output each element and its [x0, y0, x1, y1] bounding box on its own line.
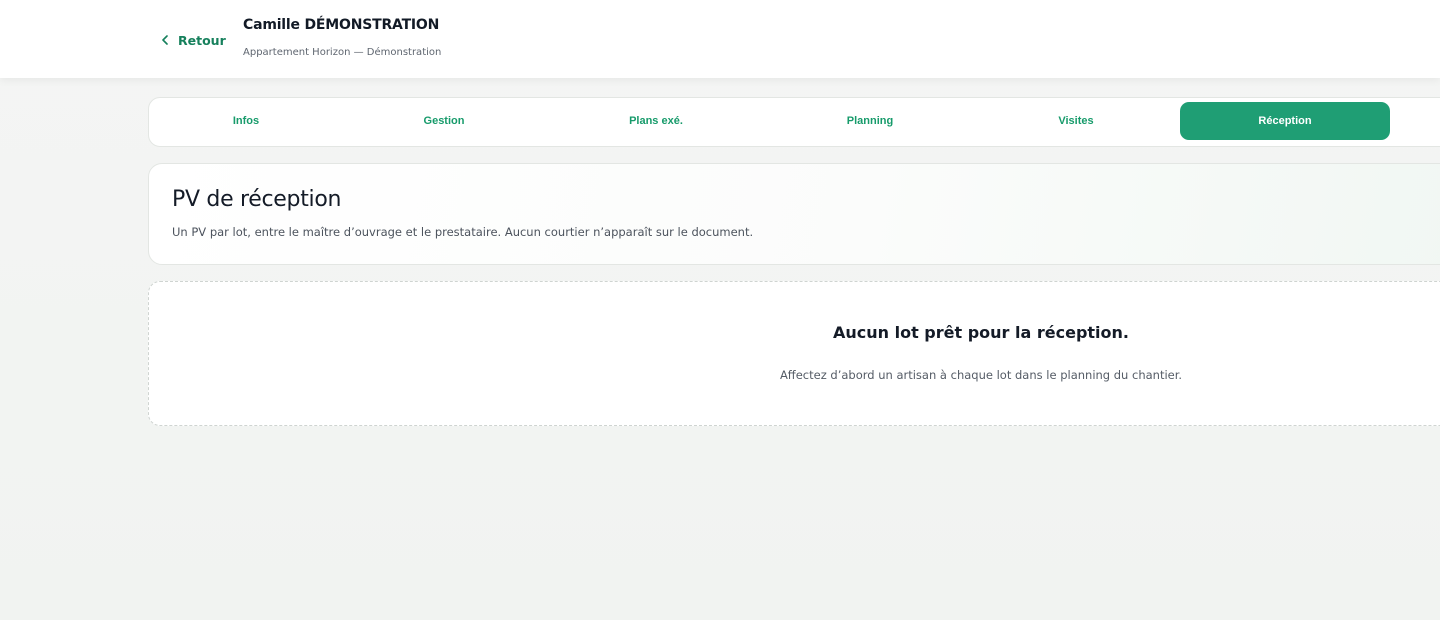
page-subtitle: Appartement Horizon — Démonstration [243, 47, 442, 58]
section-description: Un PV par lot, entre le maître d’ouvrage… [172, 225, 754, 239]
tab-planning[interactable]: Planning [775, 102, 965, 140]
top-bar: Retour Camille DÉMONSTRATION Appartement… [0, 0, 1440, 78]
section-header-card: PV de réception Un PV par lot, entre le … [148, 163, 1440, 265]
section-title: PV de réception [172, 187, 342, 212]
empty-state: Aucun lot prêt pour la réception. Affect… [148, 281, 1440, 426]
page-title: Camille DÉMONSTRATION [243, 17, 440, 33]
back-button[interactable]: Retour [161, 32, 226, 48]
tab-bar: Infos Gestion Plans exé. Planning Visite… [148, 97, 1440, 147]
tab-gestion[interactable]: Gestion [349, 102, 539, 140]
tab-infos[interactable]: Infos [151, 102, 341, 140]
empty-state-message: Affectez d’abord un artisan à chaque lot… [779, 368, 1183, 382]
back-label: Retour [178, 32, 226, 48]
chevron-left-icon [162, 35, 168, 45]
tab-reception[interactable]: Réception [1180, 102, 1390, 140]
tab-plans-exe[interactable]: Plans exé. [561, 102, 751, 140]
empty-state-title: Aucun lot prêt pour la réception. [833, 323, 1129, 342]
tab-visites[interactable]: Visites [981, 102, 1171, 140]
